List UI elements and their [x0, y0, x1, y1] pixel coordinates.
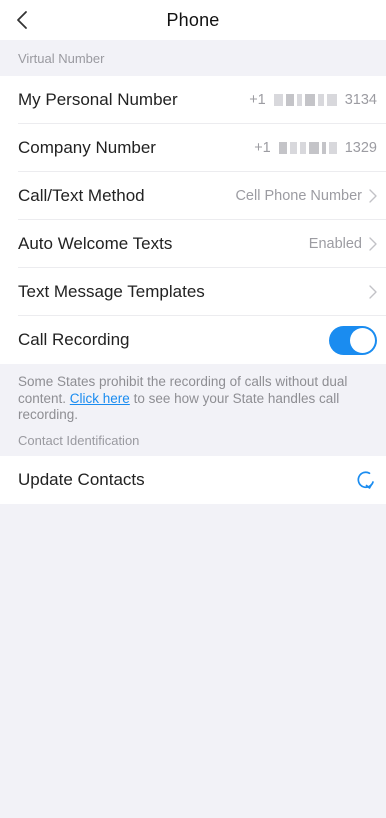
- row-auto-welcome-texts[interactable]: Auto Welcome Texts Enabled: [18, 220, 386, 268]
- company-number-value: +1 1329: [254, 140, 377, 156]
- toggle-knob: [350, 327, 375, 353]
- row-call-recording: Call Recording: [18, 316, 386, 364]
- row-my-personal-number[interactable]: My Personal Number +1 3134: [18, 76, 386, 124]
- number-prefix: +1: [249, 91, 266, 108]
- row-label: Call Recording: [18, 330, 130, 349]
- row-label: My Personal Number: [18, 89, 178, 109]
- call-text-method-value: Cell Phone Number: [235, 188, 377, 204]
- chevron-right-icon: [369, 188, 377, 203]
- call-recording-toggle[interactable]: [329, 325, 377, 355]
- number-prefix: +1: [254, 139, 271, 156]
- redacted-digits: [273, 93, 337, 106]
- page-title: Phone: [166, 9, 220, 30]
- click-here-link[interactable]: Click here: [70, 391, 130, 406]
- row-label: Text Message Templates: [18, 281, 205, 301]
- chevron-right-icon: [369, 284, 377, 299]
- number-suffix: 1329: [344, 139, 377, 156]
- row-label: Call/Text Method: [18, 185, 145, 205]
- row-value: Enabled: [308, 235, 362, 252]
- refresh-icon[interactable]: [355, 469, 377, 491]
- row-label: Company Number: [18, 137, 156, 157]
- row-value: Cell Phone Number: [235, 187, 362, 204]
- templates-value: [368, 284, 377, 299]
- number-suffix: 3134: [344, 91, 377, 108]
- section-header-virtual-number: Virtual Number: [18, 50, 105, 66]
- redacted-digits: [278, 141, 337, 154]
- section-header-contact-identification: Contact Identification: [18, 433, 140, 448]
- row-update-contacts[interactable]: Update Contacts: [18, 456, 386, 504]
- row-label: Auto Welcome Texts: [18, 233, 173, 253]
- back-button[interactable]: [8, 6, 36, 34]
- call-recording-note: Some States prohibit the recording of ca…: [0, 364, 386, 426]
- row-call-text-method[interactable]: Call/Text Method Cell Phone Number: [18, 172, 386, 220]
- chevron-right-icon: [369, 236, 377, 251]
- nav-header: Phone: [0, 0, 386, 40]
- row-label: Update Contacts: [18, 469, 145, 489]
- personal-number-value: +1 3134: [249, 92, 377, 108]
- row-text-message-templates[interactable]: Text Message Templates: [18, 268, 386, 316]
- virtual-number-group: My Personal Number +1 3134 Company Numbe…: [0, 76, 386, 364]
- row-company-number[interactable]: Company Number +1 1329: [18, 124, 386, 172]
- auto-welcome-value: Enabled: [309, 236, 377, 252]
- chevron-left-icon: [17, 11, 27, 29]
- contact-identification-group: Update Contacts: [0, 455, 386, 504]
